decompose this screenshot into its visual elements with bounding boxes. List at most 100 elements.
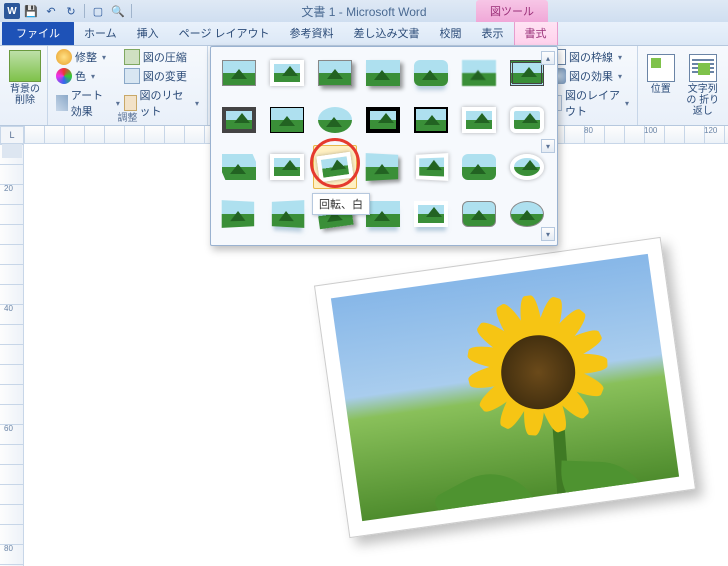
ruler-v-tick: 40	[4, 304, 13, 313]
ruler-v-tick: 20	[4, 184, 13, 193]
wrap-text-button[interactable]: 文字列の 折り返し	[683, 52, 722, 119]
style-center-shadow[interactable]	[457, 98, 501, 142]
vertical-ruler[interactable]: 20 40 60 80	[0, 144, 24, 566]
change-picture-label: 図の変更	[143, 68, 187, 84]
position-label: 位置	[651, 84, 671, 95]
color-button[interactable]: 色▾	[54, 67, 122, 85]
style-metal-frame[interactable]	[313, 51, 357, 95]
chevron-down-icon: ▾	[625, 99, 629, 108]
style-rotated-white[interactable]	[313, 145, 357, 189]
ruler-corner: L	[0, 126, 24, 144]
style-metal-rounded[interactable]	[457, 192, 501, 236]
corrections-icon	[56, 49, 72, 65]
tab-page-layout[interactable]: ページ レイアウト	[169, 21, 280, 45]
style-perspective-shadow[interactable]	[361, 145, 405, 189]
style-simple-black[interactable]	[265, 98, 309, 142]
change-picture-button[interactable]: 図の変更	[122, 67, 201, 85]
ruler-margin-shade	[2, 144, 22, 158]
style-reflected-bevel-white[interactable]	[409, 192, 453, 236]
tab-review[interactable]: 校閲	[430, 21, 472, 45]
sunflower-shape	[441, 269, 633, 461]
chevron-down-icon: ▾	[195, 99, 199, 108]
new-doc-icon[interactable]: ▢	[89, 2, 107, 20]
gallery-scrollbar: ▴ ▾ ▾	[541, 51, 555, 241]
ruler-h-tick: 80	[584, 126, 593, 135]
contextual-tab-label: 図ツール	[476, 0, 548, 22]
save-icon[interactable]: 💾	[22, 2, 40, 20]
position-icon	[647, 54, 675, 82]
style-reflected-perspective[interactable]	[265, 192, 309, 236]
tab-mailings[interactable]: 差し込み文書	[344, 21, 430, 45]
print-preview-icon[interactable]: 🔍	[109, 2, 127, 20]
remove-background-button[interactable]: 背景の 削除	[6, 48, 44, 108]
title-bar: W 💾 ↶ ↻ ▢ 🔍 文書 1 - Microsoft Word 図ツール	[0, 0, 728, 22]
tab-format[interactable]: 書式	[514, 20, 558, 45]
corrections-label: 修整	[75, 49, 97, 65]
style-snip-diagonal[interactable]	[217, 145, 261, 189]
wrap-text-icon	[689, 54, 717, 82]
wrap-text-label: 文字列の 折り返し	[685, 84, 720, 117]
style-relaxed-perspective[interactable]	[409, 145, 453, 189]
leaf-shape	[432, 456, 540, 521]
picture-effects-button[interactable]: 図の効果 ▾	[548, 67, 631, 85]
picture-layout-button[interactable]: 図のレイアウト ▾	[548, 86, 631, 120]
chevron-down-icon: ▾	[618, 53, 622, 62]
ruler-h-tick: 120	[704, 126, 717, 135]
picture-styles-gallery: ▴ ▾ ▾	[210, 46, 558, 246]
corrections-button[interactable]: 修整 ▾	[54, 48, 122, 66]
style-moderate-white[interactable]	[265, 145, 309, 189]
tab-view[interactable]: 表示	[472, 21, 514, 45]
style-thick-matte[interactable]	[217, 98, 261, 142]
style-bevel-perspective[interactable]	[217, 192, 261, 236]
gallery-grid	[217, 51, 555, 236]
scroll-down-button[interactable]: ▾	[541, 139, 555, 153]
style-drop-shadow[interactable]	[361, 51, 405, 95]
picture-effects-label: 図の効果	[569, 68, 613, 84]
compress-label: 図の圧縮	[143, 49, 187, 65]
file-tab[interactable]: ファイル	[2, 21, 74, 45]
change-picture-icon	[124, 68, 140, 84]
style-moderate-black[interactable]	[409, 98, 453, 142]
chevron-down-icon: ▾	[102, 53, 106, 62]
gallery-more-button[interactable]: ▾	[541, 227, 555, 241]
group-adjust: 修整▾ 色▾ アート効果▾ 図の圧縮 図の変更 図のリセット▾ 調整	[48, 46, 208, 125]
compress-icon	[124, 49, 140, 65]
remove-background-label: 背景の 削除	[8, 84, 42, 106]
color-icon	[56, 68, 72, 84]
color-label: 色	[75, 68, 86, 84]
ruler-v-tick: 80	[4, 544, 13, 553]
undo-icon[interactable]: ↶	[42, 2, 60, 20]
style-tooltip: 回転、白	[312, 193, 370, 215]
group-remove-background: 背景の 削除	[0, 46, 48, 125]
ruler-v-tick: 60	[4, 424, 13, 433]
style-reflected-rounded[interactable]	[409, 51, 453, 95]
quick-access-toolbar: W 💾 ↶ ↻ ▢ 🔍	[0, 2, 134, 20]
window-title: 文書 1 - Microsoft Word	[301, 3, 426, 20]
style-soft-edge[interactable]	[457, 51, 501, 95]
chevron-down-icon: ▾	[116, 99, 120, 108]
tab-home[interactable]: ホーム	[74, 21, 127, 45]
word-app-icon: W	[4, 3, 20, 19]
ruler-h-tick: 100	[644, 126, 657, 135]
group-arrange: 位置 文字列の 折り返し	[638, 46, 728, 125]
adjust-group-label: 調整	[48, 109, 207, 124]
picture-border-button[interactable]: 図の枠線 ▾	[548, 48, 631, 66]
redo-icon[interactable]: ↻	[62, 2, 80, 20]
style-compound-black[interactable]	[361, 98, 405, 142]
tab-references[interactable]: 参考資料	[280, 21, 344, 45]
qat-separator	[131, 4, 132, 18]
compress-pictures-button[interactable]: 図の圧縮	[122, 48, 201, 66]
style-beveled-oval[interactable]	[313, 98, 357, 142]
picture-border-label: 図の枠線	[569, 49, 613, 65]
inserted-picture[interactable]	[314, 237, 696, 538]
tab-insert[interactable]: 挿入	[127, 21, 169, 45]
position-button[interactable]: 位置	[644, 52, 677, 119]
style-beveled-matte[interactable]	[265, 51, 309, 95]
picture-layout-label: 図のレイアウト	[565, 87, 620, 119]
style-simple-frame[interactable]	[217, 51, 261, 95]
scroll-up-button[interactable]: ▴	[541, 51, 555, 65]
chevron-down-icon: ▾	[618, 72, 622, 81]
ribbon-tabs: ファイル ホーム 挿入 ページ レイアウト 参考資料 差し込み文書 校閲 表示 …	[0, 22, 728, 46]
style-soft-edge-oval[interactable]	[457, 145, 501, 189]
qat-separator	[84, 4, 85, 18]
